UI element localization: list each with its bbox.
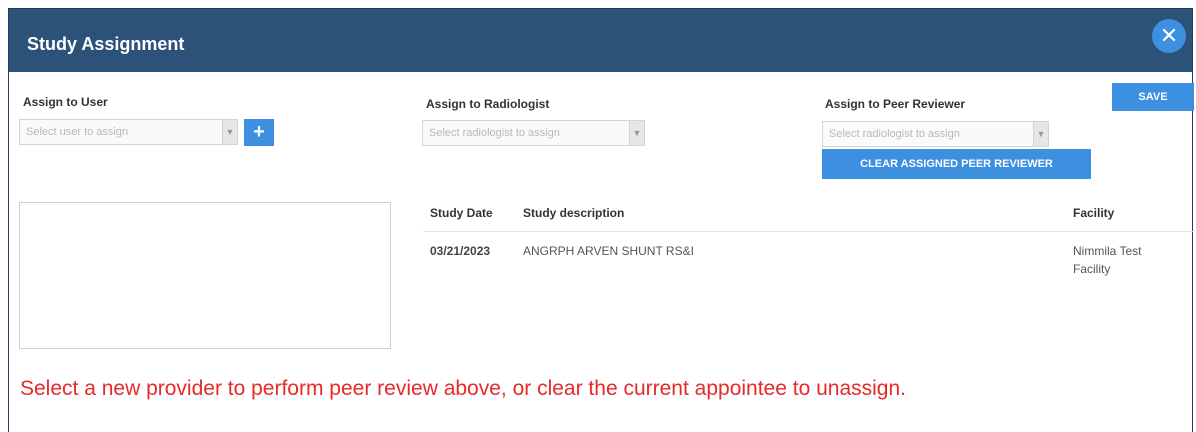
dialog-header: Study Assignment <box>9 9 1192 72</box>
cell-study-description: ANGRPH ARVEN SHUNT RS&I <box>523 244 694 258</box>
save-button[interactable]: SAVE <box>1112 83 1194 111</box>
peer-review-message: Select a new provider to perform peer re… <box>20 377 906 400</box>
chevron-down-icon: ▼ <box>1033 122 1048 146</box>
column-header-study-date: Study Date <box>430 206 493 220</box>
chevron-down-icon: ▼ <box>629 121 644 145</box>
assign-radiologist-label: Assign to Radiologist <box>426 97 550 111</box>
clear-peer-reviewer-button[interactable]: CLEAR ASSIGNED PEER REVIEWER <box>822 149 1091 179</box>
column-header-study-description: Study description <box>523 206 625 220</box>
assign-user-placeholder: Select user to assign <box>26 126 129 138</box>
dialog-title: Study Assignment <box>27 34 185 54</box>
table-header-divider <box>423 231 1194 232</box>
chevron-down-icon: ▼ <box>222 120 237 144</box>
assign-peer-label: Assign to Peer Reviewer <box>825 97 966 111</box>
close-icon[interactable]: ✕ <box>1152 19 1186 53</box>
assign-peer-select[interactable]: Select radiologist to assign ▼ <box>822 121 1049 147</box>
column-header-facility: Facility <box>1073 206 1115 220</box>
add-user-button[interactable]: + <box>244 119 274 146</box>
cell-study-date: 03/21/2023 <box>430 244 491 258</box>
cell-facility-line2: Facility <box>1073 262 1111 276</box>
assign-radiologist-placeholder: Select radiologist to assign <box>429 127 560 139</box>
assign-radiologist-select[interactable]: Select radiologist to assign ▼ <box>422 120 645 146</box>
assign-peer-placeholder: Select radiologist to assign <box>829 128 960 140</box>
user-list-panel <box>19 202 391 349</box>
assign-user-select[interactable]: Select user to assign ▼ <box>19 119 238 145</box>
assign-user-label: Assign to User <box>23 95 108 109</box>
cell-facility-line1: Nimmila Test <box>1073 244 1142 258</box>
study-assignment-dialog: Study Assignment Assign to User Select u… <box>8 8 1194 432</box>
